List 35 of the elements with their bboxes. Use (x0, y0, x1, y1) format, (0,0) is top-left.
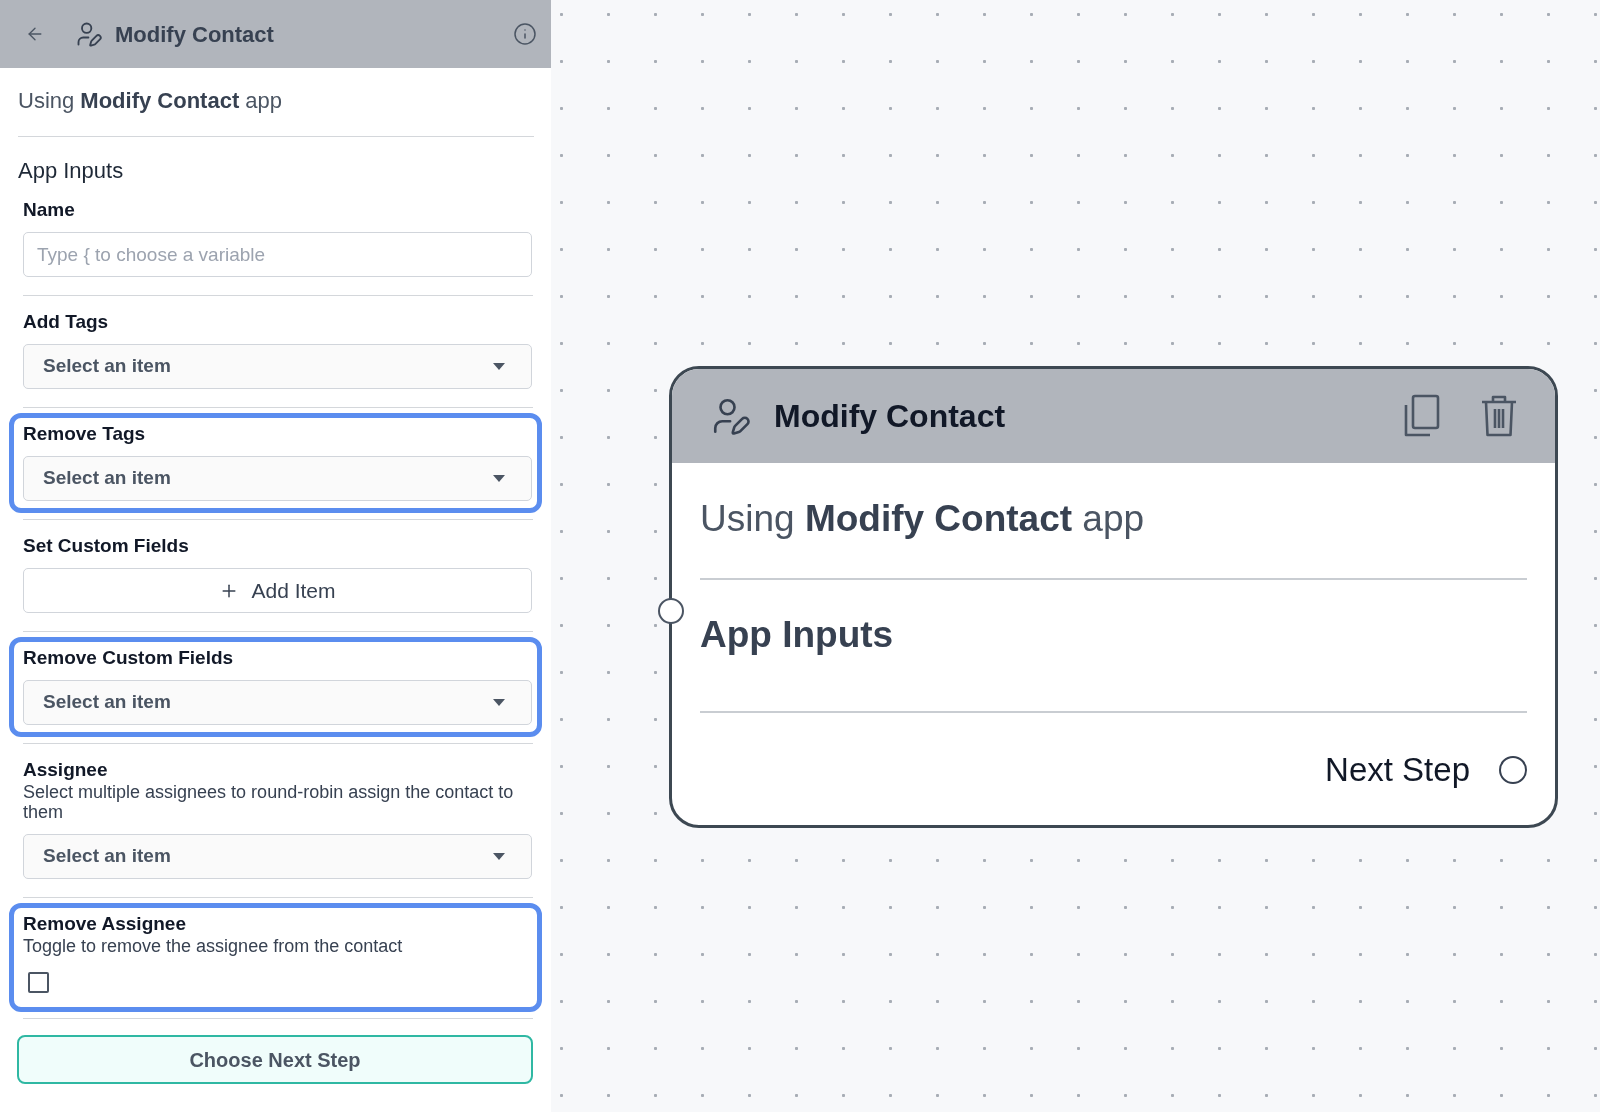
field-label: Remove Tags (23, 422, 147, 446)
node-section-title: App Inputs (700, 613, 895, 657)
field-label: Add Tags (23, 310, 110, 334)
field-label: Remove Assignee (23, 912, 187, 936)
caret-icon (493, 699, 505, 706)
caret-icon (493, 363, 505, 370)
panel-title: Modify Contact (115, 20, 274, 49)
select-dropdown[interactable]: Select an item (23, 456, 532, 501)
field-label: Set Custom Fields (23, 534, 190, 558)
field-description: Select multiple assignees to round-robin assign the contact to them (23, 782, 515, 824)
caret-icon (493, 475, 505, 482)
field-description: Toggle to remove the assignee from the contact (23, 936, 404, 958)
node-app-description: Using Modify Contact app (700, 497, 1146, 541)
checkbox[interactable] (28, 972, 49, 993)
info-button[interactable] (513, 22, 537, 46)
field-label: Remove Custom Fields (23, 646, 235, 670)
caret-icon (493, 853, 505, 860)
add-item-button[interactable]: Add Item (23, 568, 532, 613)
select-dropdown[interactable]: Select an item (23, 680, 532, 725)
section-title: App Inputs (18, 157, 125, 185)
field-label: Assignee (23, 758, 109, 782)
copy-icon[interactable] (1403, 394, 1441, 438)
node-title: Modify Contact (774, 397, 1006, 436)
user-edit-icon (75, 20, 103, 48)
choose-next-step-button[interactable]: Choose Next Step (17, 1035, 533, 1084)
output-label: Next Step (1325, 750, 1470, 790)
app-description: Using Modify Contact app (18, 87, 284, 115)
select-dropdown[interactable]: Select an item (23, 834, 532, 879)
output-handle[interactable] (1499, 756, 1527, 784)
text-input[interactable]: Type { to choose a variable (23, 232, 532, 277)
input-handle[interactable] (658, 598, 684, 624)
select-dropdown[interactable]: Select an item (23, 344, 532, 389)
info-icon (513, 22, 537, 46)
field-label: Name (23, 198, 76, 222)
trash-icon[interactable] (1480, 394, 1518, 438)
